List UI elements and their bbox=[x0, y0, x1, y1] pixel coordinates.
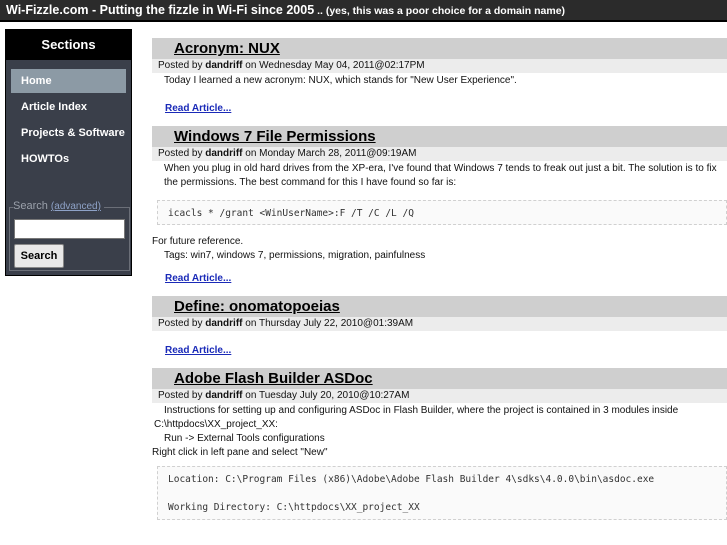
sidebar-nav: Home Article Index Projects & Software H… bbox=[6, 69, 131, 171]
search-fieldset: Search (advanced) Search bbox=[9, 200, 130, 271]
article-text: When you plug in old hard drives from th… bbox=[164, 163, 717, 188]
article-title-link[interactable]: Windows 7 File Permissions bbox=[174, 128, 376, 145]
article-title[interactable]: Acronym: NUX bbox=[152, 38, 727, 59]
sidebar-item-article-index[interactable]: Article Index bbox=[11, 95, 126, 119]
article-title-link[interactable]: Adobe Flash Builder ASDoc bbox=[174, 370, 373, 387]
article: Adobe Flash Builder ASDoc Posted by dand… bbox=[152, 368, 727, 520]
code-line: Location: C:\Program Files (x86)\Adobe\A… bbox=[168, 474, 655, 485]
posted-by-label: Posted by bbox=[158, 390, 206, 401]
code-block: Location: C:\Program Files (x86)\Adobe\A… bbox=[157, 466, 727, 520]
search-legend: Search (advanced) bbox=[13, 200, 104, 212]
article-title[interactable]: Define: onomatopoeias bbox=[152, 296, 727, 317]
article-body: Read Article... bbox=[152, 331, 727, 358]
read-article-link[interactable]: Read Article... bbox=[152, 344, 727, 358]
site-title: Wi-Fizzle.com - Putting the fizzle in Wi… bbox=[6, 3, 315, 17]
article-author: dandriff bbox=[205, 390, 243, 401]
article: Define: onomatopoeias Posted by dandriff… bbox=[152, 296, 727, 358]
main-content: Acronym: NUX Posted by dandriff on Wedne… bbox=[152, 38, 727, 520]
article-author: dandriff bbox=[205, 148, 243, 159]
article-meta: Posted by dandriff on Wednesday May 04, … bbox=[152, 59, 727, 73]
search-input[interactable] bbox=[14, 219, 125, 239]
article-body: Instructions for setting up and configur… bbox=[152, 403, 727, 520]
sidebar-item-projects-software[interactable]: Projects & Software bbox=[11, 121, 126, 145]
code-block: icacls * /grant <WinUserName>:F /T /C /L… bbox=[157, 200, 727, 225]
article-date: on Thursday July 22, 2010@01:39AM bbox=[242, 318, 414, 329]
article-date: on Monday March 28, 2011@09:19AM bbox=[242, 148, 417, 159]
article-date: on Tuesday July 20, 2010@10:27AM bbox=[242, 390, 410, 401]
article-body: Today I learned a new acronym: NUX, whic… bbox=[152, 73, 727, 116]
article: Acronym: NUX Posted by dandriff on Wedne… bbox=[152, 38, 727, 116]
search-legend-label: Search bbox=[13, 200, 48, 212]
article-tags: Tags: win7, windows 7, permissions, migr… bbox=[164, 250, 426, 261]
sidebar: Sections Home Article Index Projects & S… bbox=[5, 29, 132, 276]
article-meta: Posted by dandriff on Monday March 28, 2… bbox=[152, 147, 727, 161]
article-date: on Wednesday May 04, 2011@02:17PM bbox=[242, 60, 425, 71]
article-text: Instructions for setting up and configur… bbox=[164, 405, 679, 416]
search-button[interactable]: Search bbox=[14, 244, 64, 268]
article-text: For future reference. bbox=[152, 236, 244, 247]
posted-by-label: Posted by bbox=[158, 318, 206, 329]
article-title-link[interactable]: Acronym: NUX bbox=[174, 40, 280, 57]
sidebar-heading: Sections bbox=[6, 30, 131, 60]
article-text: C:\httpdocs\XX_project_XX: bbox=[154, 419, 278, 430]
sidebar-item-home[interactable]: Home bbox=[11, 69, 126, 93]
site-tagline: .. (yes, this was a poor choice for a do… bbox=[314, 5, 566, 17]
advanced-search-link[interactable]: (advanced) bbox=[51, 201, 101, 212]
article-meta: Posted by dandriff on Thursday July 22, … bbox=[152, 317, 727, 331]
article-title[interactable]: Windows 7 File Permissions bbox=[152, 126, 727, 147]
read-article-link[interactable]: Read Article... bbox=[152, 272, 727, 286]
read-article-link[interactable]: Read Article... bbox=[152, 102, 727, 116]
code-line: Working Directory: C:\httpdocs\XX_projec… bbox=[168, 502, 420, 513]
posted-by-label: Posted by bbox=[158, 148, 206, 159]
article-title[interactable]: Adobe Flash Builder ASDoc bbox=[152, 368, 727, 389]
sidebar-item-howtos[interactable]: HOWTOs bbox=[11, 147, 126, 171]
article-text: Right click in left pane and select "New… bbox=[152, 447, 328, 458]
article-author: dandriff bbox=[205, 60, 243, 71]
article: Windows 7 File Permissions Posted by dan… bbox=[152, 126, 727, 286]
article-text: Today I learned a new acronym: NUX, whic… bbox=[164, 75, 517, 86]
site-header: Wi-Fizzle.com - Putting the fizzle in Wi… bbox=[0, 0, 727, 22]
article-author: dandriff bbox=[205, 318, 243, 329]
article-title-link[interactable]: Define: onomatopoeias bbox=[174, 298, 340, 315]
posted-by-label: Posted by bbox=[158, 60, 206, 71]
article-body: When you plug in old hard drives from th… bbox=[152, 161, 727, 286]
article-text: Run -> External Tools configurations bbox=[164, 433, 325, 444]
article-meta: Posted by dandriff on Tuesday July 20, 2… bbox=[152, 389, 727, 403]
